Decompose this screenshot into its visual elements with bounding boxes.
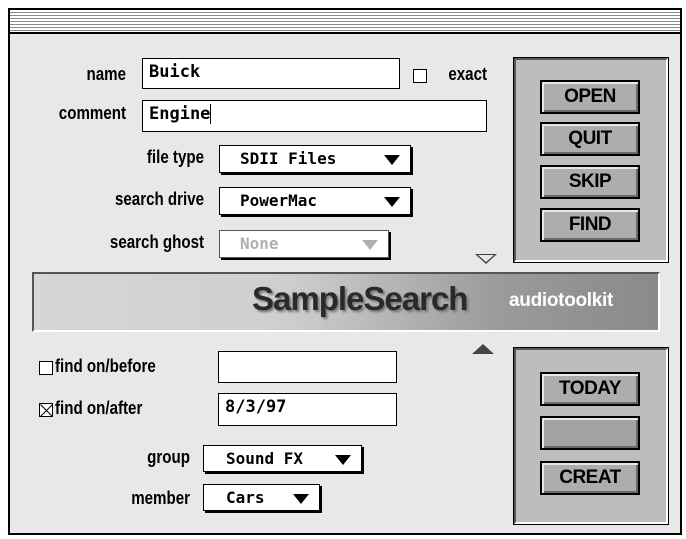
- search-window: name Buick exact comment Engine file typ…: [8, 8, 682, 535]
- exact-label: exact: [448, 64, 487, 84]
- member-popup[interactable]: Cars: [203, 484, 320, 511]
- exact-checkbox[interactable]: [413, 69, 427, 83]
- file-type-label: file type: [146, 147, 204, 167]
- find-before-label: find on/before: [55, 356, 156, 376]
- chevron-down-icon: [384, 197, 400, 207]
- text-cursor: [210, 104, 212, 124]
- member-label: member: [131, 488, 190, 508]
- find-after-value: 8/3/97: [225, 397, 287, 417]
- banner-title: SampleSearch: [252, 280, 468, 317]
- find-after-checkbox[interactable]: [39, 403, 53, 417]
- file-type-popup[interactable]: SDII Files: [219, 145, 411, 173]
- search-drive-value: PowerMac: [240, 191, 318, 210]
- name-label: name: [86, 64, 126, 84]
- creat-button[interactable]: CREAT: [540, 461, 640, 495]
- open-button[interactable]: OPEN: [540, 80, 640, 114]
- blank-button[interactable]: [540, 416, 640, 450]
- brand-banner: SampleSearch audiotoolkit: [32, 272, 660, 332]
- find-after-field[interactable]: 8/3/97: [218, 393, 397, 426]
- top-button-panel: OPEN QUIT SKIP FIND: [513, 57, 669, 263]
- comment-label: comment: [58, 103, 126, 123]
- bottom-button-panel: TODAY CREAT: [513, 347, 669, 525]
- group-label: group: [147, 447, 190, 467]
- search-drive-label: search drive: [114, 189, 204, 209]
- skip-button[interactable]: SKIP: [540, 165, 640, 199]
- name-field[interactable]: Buick: [142, 58, 400, 89]
- comment-field-value: Engine: [149, 104, 211, 124]
- chevron-down-icon: [384, 155, 400, 165]
- comment-field[interactable]: Engine: [142, 100, 487, 132]
- chevron-down-icon: [362, 240, 378, 250]
- search-ghost-value: None: [240, 234, 279, 253]
- name-field-value: Buick: [149, 62, 201, 82]
- banner-subtitle: audiotoolkit: [509, 290, 614, 311]
- title-bar[interactable]: [10, 10, 680, 34]
- search-ghost-popup: None: [219, 230, 389, 258]
- chevron-down-icon: [335, 455, 351, 465]
- group-popup[interactable]: Sound FX: [203, 445, 362, 472]
- find-button[interactable]: FIND: [540, 208, 640, 242]
- find-before-field[interactable]: [218, 351, 397, 383]
- find-before-checkbox[interactable]: [39, 361, 53, 375]
- quit-button[interactable]: QUIT: [540, 122, 640, 156]
- triangle-up-icon[interactable]: [472, 344, 494, 354]
- find-after-label: find on/after: [55, 398, 143, 418]
- file-type-value: SDII Files: [240, 149, 337, 168]
- search-ghost-label: search ghost: [109, 232, 204, 252]
- group-value: Sound FX: [226, 449, 304, 468]
- triangle-down-icon[interactable]: [475, 254, 497, 264]
- chevron-down-icon: [293, 494, 309, 504]
- search-drive-popup[interactable]: PowerMac: [219, 187, 411, 215]
- member-value: Cars: [226, 488, 265, 507]
- today-button[interactable]: TODAY: [540, 372, 640, 406]
